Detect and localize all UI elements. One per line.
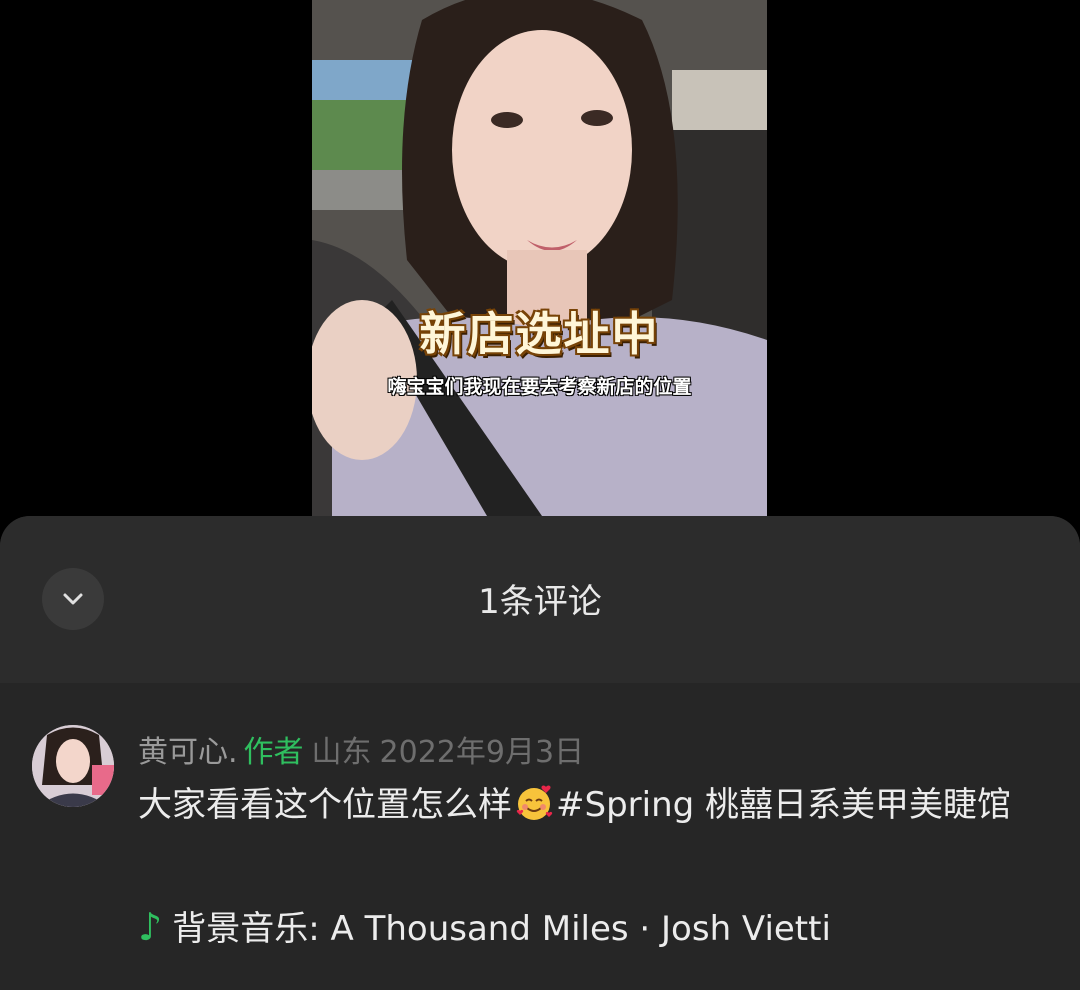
smiling-face-with-hearts-icon (516, 785, 553, 820)
comment-date: 2022年9月3日 (379, 735, 585, 770)
video-frame-image (312, 0, 767, 516)
music-note-icon: ♪ (138, 905, 163, 949)
comment-location: 山东 (311, 735, 372, 770)
comment-count-title: 1条评论 (478, 582, 602, 622)
comment-text: 大家看看这个位置怎么样 #Spring 桃囍日系美甲美睫馆 (138, 778, 1038, 832)
video-player[interactable]: 新店选址中 嗨宝宝们我现在要去考察新店的位置 (312, 0, 767, 516)
comment-meta: 黄可心. 作者 山东 2022年9月3日 (138, 727, 584, 771)
author-badge: 作者 (243, 735, 304, 770)
avatar-image (32, 725, 114, 807)
author-name[interactable]: 黄可心. (138, 735, 238, 770)
comment-item: 黄可心. 作者 山东 2022年9月3日 大家看看这个位置怎么样 #Spring 桃囍… (0, 683, 1080, 990)
comment-sheet: 1条评论 黄可心. 作者 山东 2022年9月3日 大家看看这个位置怎么样 #S… (0, 516, 1080, 990)
avatar[interactable] (32, 725, 114, 807)
comment-text-part1: 大家看看这个位置怎么样 (138, 785, 512, 825)
screen: 新店选址中 嗨宝宝们我现在要去考察新店的位置 1条评论 黄可心. 作者 山东 2… (0, 0, 1080, 990)
video-subtitle: 嗨宝宝们我现在要去考察新店的位置 (387, 376, 692, 398)
video-overlay-title: 新店选址中 (419, 307, 660, 361)
sheet-header: 1条评论 (0, 516, 1080, 683)
background-music[interactable]: ♪ 背景音乐: A Thousand Miles · Josh Vietti (138, 901, 831, 950)
comment-text-part2[interactable]: #Spring 桃囍日系美甲美睫馆 (556, 785, 1011, 825)
music-label: 背景音乐: A Thousand Miles · Josh Vietti (172, 909, 831, 949)
